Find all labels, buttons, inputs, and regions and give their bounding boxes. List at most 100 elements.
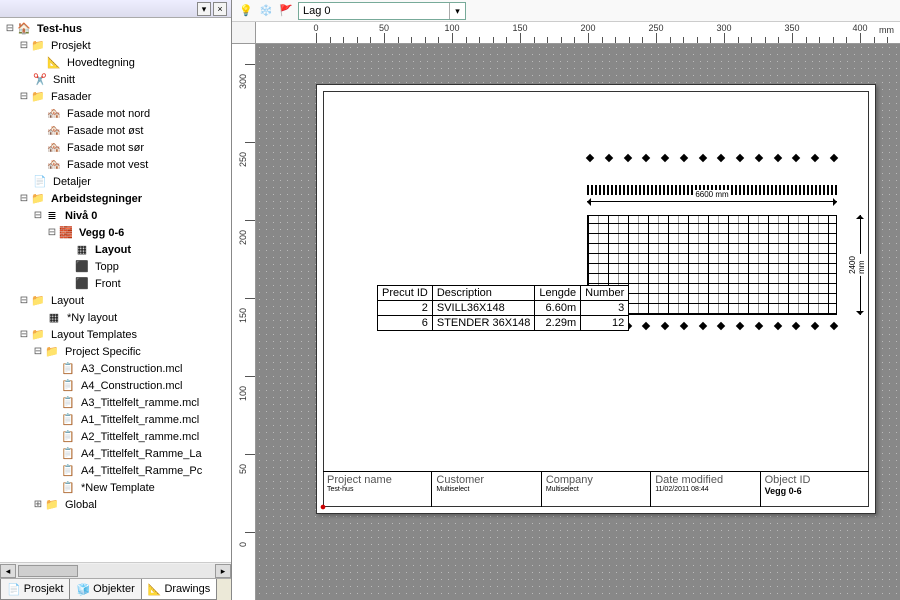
folder-icon: 📁 — [30, 89, 46, 105]
expand-toggle[interactable]: ⊟ — [4, 23, 16, 34]
tree-item[interactable]: Hovedtegning — [65, 56, 137, 70]
stud-markers-top — [587, 155, 837, 179]
facade-icon: 🏘️ — [46, 106, 62, 122]
bulb-icon[interactable]: 💡 — [238, 3, 254, 19]
tree-item[interactable]: Layout — [93, 243, 133, 257]
section-icon: ✂️ — [32, 72, 48, 88]
tree-item[interactable]: A1_Tittelfelt_ramme.mcl — [79, 413, 201, 427]
tree-item[interactable]: Front — [93, 277, 123, 291]
tab-icon: 📄 — [7, 583, 21, 596]
expand-toggle[interactable]: ⊟ — [18, 91, 30, 102]
tree-item[interactable]: Fasade mot vest — [65, 158, 150, 172]
panel-dropdown-button[interactable]: ▾ — [197, 2, 211, 16]
canvas-panel: 💡 ❄️ 🚩 ▾ mm 050100150200250300350400 300… — [232, 0, 900, 600]
tree-item[interactable]: Layout — [49, 294, 86, 308]
drawing-canvas[interactable]: 6600 mm 2400 mm Precut IDDescriptionLeng… — [256, 44, 900, 600]
tree-item[interactable]: Layout Templates — [49, 328, 139, 342]
folder-icon: 📁 — [30, 327, 46, 343]
tree-panel: ▾ × ⊟🏠Test-hus ⊟📁Prosjekt 📐Hovedtegning … — [0, 0, 232, 600]
template-icon: 📋 — [60, 429, 76, 445]
layer-combo[interactable]: ▾ — [298, 2, 466, 20]
precut-table: Precut IDDescriptionLengdeNumber 2SVILL3… — [377, 285, 629, 331]
paper-sheet: 6600 mm 2400 mm Precut IDDescriptionLeng… — [316, 84, 876, 514]
ruler-horizontal: mm 050100150200250300350400 — [256, 22, 900, 44]
tree-item[interactable]: Fasader — [49, 90, 93, 104]
tree-root[interactable]: Test-hus — [35, 22, 84, 36]
tree-item[interactable]: Vegg 0-6 — [77, 226, 126, 240]
tab-drawings[interactable]: 📐Drawings — [141, 579, 218, 600]
expand-toggle[interactable]: ⊞ — [32, 499, 44, 510]
tree-item[interactable]: Fasade mot øst — [65, 124, 145, 138]
facade-icon: 🏘️ — [46, 123, 62, 139]
expand-toggle[interactable]: ⊟ — [18, 329, 30, 340]
template-icon: 📋 — [60, 361, 76, 377]
folder-icon: 📁 — [30, 38, 46, 54]
detail-icon: 📄 — [32, 174, 48, 190]
layout-icon: ▦ — [74, 242, 90, 258]
expand-toggle[interactable]: ⊟ — [18, 295, 30, 306]
folder-icon: 📁 — [30, 293, 46, 309]
tree-item[interactable]: Nivå 0 — [63, 209, 99, 223]
tab-icon: 🧊 — [76, 583, 90, 596]
top-toolbar: 💡 ❄️ 🚩 ▾ — [232, 0, 900, 22]
panel-header: ▾ × — [0, 0, 231, 18]
scroll-right-icon[interactable]: ▸ — [215, 564, 231, 578]
tab-objekter[interactable]: 🧊Objekter — [69, 579, 141, 600]
tree-item[interactable]: *New Template — [79, 481, 157, 495]
tree-item[interactable]: Project Specific — [63, 345, 143, 359]
scroll-left-icon[interactable]: ◂ — [0, 564, 16, 578]
folder-icon: 📁 — [44, 497, 60, 513]
ruler-vertical: 300250200150100500 — [232, 44, 256, 600]
ruler-corner — [232, 22, 256, 44]
tree-item[interactable]: Fasade mot sør — [65, 141, 146, 155]
tree-hscrollbar[interactable]: ◂ ▸ — [0, 562, 231, 578]
tree-item[interactable]: Prosjekt — [49, 39, 93, 53]
dimension-width: 6600 mm — [587, 201, 837, 215]
tree-item[interactable]: A3_Tittelfelt_ramme.mcl — [79, 396, 201, 410]
chevron-down-icon[interactable]: ▾ — [449, 3, 465, 19]
wall-icon: 🧱 — [58, 225, 74, 241]
layer-input[interactable] — [299, 3, 449, 19]
template-icon: 📋 — [60, 412, 76, 428]
title-block: Project nameTest-hus CustomerMultiselect… — [323, 471, 869, 507]
expand-toggle[interactable]: ⊟ — [32, 346, 44, 357]
tree-scroll[interactable]: ⊟🏠Test-hus ⊟📁Prosjekt 📐Hovedtegning ✂️Sn… — [0, 18, 231, 562]
level-icon: ≣ — [44, 208, 60, 224]
house-icon: 🏠 — [16, 21, 32, 37]
flag-icon[interactable]: 🚩 — [278, 3, 294, 19]
template-icon: 📋 — [60, 480, 76, 496]
expand-toggle[interactable]: ⊟ — [46, 227, 58, 238]
layout-icon: ▦ — [46, 310, 62, 326]
tab-icon: 📐 — [148, 583, 162, 596]
template-icon: 📋 — [60, 378, 76, 394]
template-icon: 📋 — [60, 446, 76, 462]
folder-icon: 📁 — [44, 344, 60, 360]
tree-item[interactable]: Snitt — [51, 73, 77, 87]
tree-item[interactable]: Topp — [93, 260, 121, 274]
drawing-icon: 📐 — [46, 55, 62, 71]
template-icon: 📋 — [60, 395, 76, 411]
panel-close-button[interactable]: × — [213, 2, 227, 16]
tree-item[interactable]: Fasade mot nord — [65, 107, 152, 121]
expand-toggle[interactable]: ⊟ — [32, 210, 44, 221]
tab-prosjekt[interactable]: 📄Prosjekt — [0, 579, 70, 600]
facade-icon: 🏘️ — [46, 157, 62, 173]
tree-item[interactable]: Arbeidstegninger — [49, 192, 144, 206]
tree-item[interactable]: *Ny layout — [65, 311, 119, 325]
ruler-unit: mm — [879, 25, 894, 35]
tree-item[interactable]: A4_Tittelfelt_Ramme_Pc — [79, 464, 204, 478]
scroll-thumb[interactable] — [18, 565, 78, 577]
tree-item[interactable]: A4_Construction.mcl — [79, 379, 185, 393]
dimension-height: 2400 mm — [847, 215, 861, 315]
tree-item[interactable]: A4_Tittelfelt_Ramme_La — [79, 447, 204, 461]
expand-toggle[interactable]: ⊟ — [18, 193, 30, 204]
cube-icon: ⬛ — [74, 276, 90, 292]
freeze-icon[interactable]: ❄️ — [258, 3, 274, 19]
tree-item[interactable]: Detaljer — [51, 175, 93, 189]
panel-tabs: 📄Prosjekt 🧊Objekter 📐Drawings — [0, 578, 231, 600]
tree-item[interactable]: A3_Construction.mcl — [79, 362, 185, 376]
tree-item[interactable]: Global — [63, 498, 99, 512]
expand-toggle[interactable]: ⊟ — [18, 40, 30, 51]
cube-icon: ⬛ — [74, 259, 90, 275]
tree-item[interactable]: A2_Tittelfelt_ramme.mcl — [79, 430, 201, 444]
